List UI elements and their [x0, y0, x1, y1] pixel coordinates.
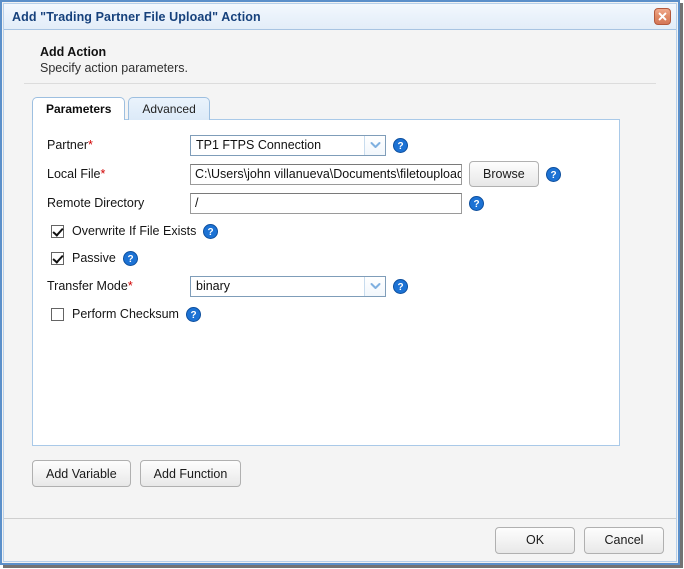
dialog-window: Add "Trading Partner File Upload" Action… — [0, 0, 680, 565]
page-subtitle: Specify action parameters. — [40, 61, 188, 75]
add-function-button[interactable]: Add Function — [139, 460, 242, 487]
overwrite-checkbox[interactable] — [51, 224, 64, 238]
header-divider — [24, 83, 656, 84]
overwrite-label: Overwrite If File Exists — [72, 224, 197, 238]
svg-text:?: ? — [190, 310, 196, 321]
cancel-button[interactable]: Cancel — [584, 526, 664, 554]
dialog-footer: OK Cancel — [4, 518, 676, 561]
dialog-body: Add Action Specify action parameters. Pa… — [4, 30, 676, 517]
svg-text:?: ? — [550, 170, 556, 181]
perform-checksum-checkbox[interactable] — [51, 307, 64, 321]
svg-text:?: ? — [208, 227, 214, 238]
local-file-input[interactable]: C:\Users\john villanueva\Documents\filet… — [190, 163, 462, 185]
field-row-perform-checksum: Perform Checksum ? — [47, 304, 619, 324]
local-file-required-marker: * — [100, 167, 106, 181]
browse-button-label: Browse — [483, 167, 525, 181]
svg-text:?: ? — [397, 282, 403, 293]
tab-advanced-label: Advanced — [142, 102, 196, 116]
perform-checksum-label: Perform Checksum — [72, 307, 179, 321]
add-variable-label: Add Variable — [46, 466, 117, 481]
add-function-label: Add Function — [153, 466, 228, 481]
transfer-mode-label: Transfer Mode* — [47, 279, 190, 293]
help-icon[interactable]: ? — [122, 250, 138, 266]
tab-parameters[interactable]: Parameters — [32, 97, 126, 120]
parameters-form: Partner* TP1 FTPS Connection ? Local Fil… — [33, 120, 619, 324]
passive-checkbox[interactable] — [51, 251, 64, 265]
parameters-panel: Partner* TP1 FTPS Connection ? Local Fil… — [32, 119, 620, 446]
title-bar: Add "Trading Partner File Upload" Action — [4, 4, 676, 30]
transfer-mode-select[interactable]: binary — [190, 275, 386, 297]
add-variable-button[interactable]: Add Variable — [32, 460, 131, 487]
partner-label: Partner* — [47, 138, 190, 152]
help-icon[interactable]: ? — [393, 278, 408, 294]
partner-label-text: Partner — [47, 138, 88, 152]
field-row-local-file: Local File* C:\Users\john villanueva\Doc… — [47, 161, 619, 187]
remote-directory-input[interactable]: / — [190, 192, 462, 214]
help-icon[interactable]: ? — [185, 306, 201, 322]
dialog-window-inner: Add "Trading Partner File Upload" Action… — [3, 3, 677, 562]
transfer-mode-required-marker: * — [127, 279, 133, 293]
partner-select[interactable]: TP1 FTPS Connection — [190, 134, 386, 156]
transfer-mode-label-text: Transfer Mode — [47, 279, 128, 293]
help-icon[interactable]: ? — [393, 137, 408, 153]
field-row-passive: Passive ? — [47, 248, 619, 268]
lower-button-group: Add Variable Add Function — [32, 460, 676, 487]
remote-directory-value: / — [195, 196, 199, 210]
ok-button-label: OK — [525, 533, 545, 547]
header-block: Add Action Specify action parameters. — [4, 30, 676, 77]
local-file-label: Local File* — [47, 167, 190, 181]
help-icon[interactable]: ? — [203, 223, 219, 239]
passive-label: Passive — [72, 251, 116, 265]
page-title: Add Action — [40, 45, 107, 59]
remote-directory-label: Remote Directory — [47, 196, 145, 210]
chevron-down-icon — [364, 135, 385, 155]
field-row-partner: Partner* TP1 FTPS Connection ? — [47, 134, 619, 156]
field-row-transfer-mode: Transfer Mode* binary ? — [47, 275, 619, 297]
browse-button[interactable]: Browse — [469, 161, 539, 187]
svg-text:?: ? — [473, 199, 479, 210]
partner-select-value: TP1 FTPS Connection — [196, 138, 322, 152]
help-icon[interactable]: ? — [469, 195, 484, 211]
tab-strip: Parameters Advanced — [32, 96, 676, 120]
tab-advanced[interactable]: Advanced — [128, 97, 210, 120]
partner-required-marker: * — [88, 138, 93, 152]
svg-text:?: ? — [397, 141, 403, 152]
help-icon[interactable]: ? — [545, 166, 561, 182]
chevron-down-icon — [364, 276, 385, 296]
local-file-label-text: Local File — [47, 167, 101, 181]
cancel-button-label: Cancel — [604, 533, 644, 547]
svg-text:?: ? — [127, 254, 133, 265]
ok-button[interactable]: OK — [495, 526, 575, 554]
field-row-remote-directory: Remote Directory / ? — [47, 192, 619, 214]
local-file-value: C:\Users\john villanueva\Documents\filet… — [195, 167, 462, 181]
field-row-overwrite: Overwrite If File Exists ? — [47, 221, 619, 241]
tab-parameters-label: Parameters — [46, 102, 112, 116]
window-title: Add "Trading Partner File Upload" Action — [12, 9, 261, 24]
transfer-mode-select-value: binary — [196, 279, 231, 293]
close-icon[interactable] — [654, 8, 671, 25]
